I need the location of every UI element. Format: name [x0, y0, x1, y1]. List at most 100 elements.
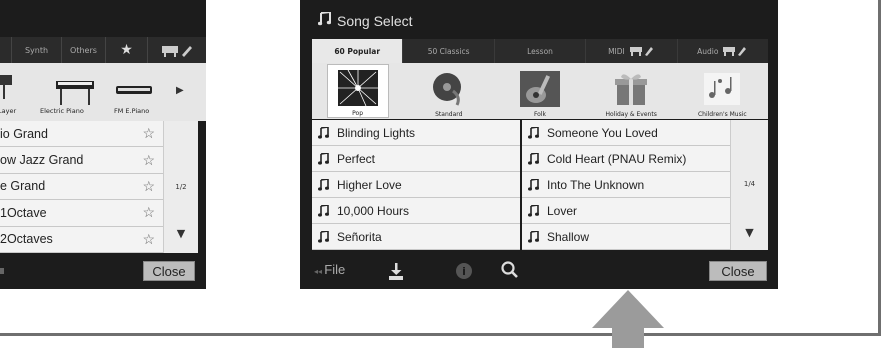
tab-label: 50 Classics	[427, 46, 470, 56]
tab-label: 60 Popular	[334, 46, 381, 56]
song-title: Perfect	[337, 151, 376, 166]
tab-label: MIDI	[608, 46, 625, 56]
category-label: Pop	[352, 110, 364, 117]
list-item[interactable]: Cold Heart (PNAU Remix)	[522, 146, 730, 172]
list-item[interactable]: Shallow	[522, 224, 730, 250]
list-item[interactable]: Blinding Lights	[312, 120, 520, 146]
song-title: Lover	[547, 203, 578, 218]
instrument-partial-icon[interactable]	[0, 69, 14, 103]
voice-select-screen: Synth Others ★ Layer Electric Piano FM E…	[0, 0, 206, 289]
song-list: Blinding Lights Someone You Loved Perfec…	[312, 120, 730, 250]
list-item[interactable]: 10,000 Hours	[312, 198, 520, 224]
pop-burst-icon	[337, 69, 378, 107]
bottom-toolbar: ◂◂ File i Close	[300, 254, 778, 289]
list-item[interactable]: Someone You Loved	[522, 120, 730, 146]
tab-synth[interactable]: Synth	[12, 37, 62, 63]
list-item[interactable]: 2Octaves ☆	[0, 227, 163, 253]
page-scroller[interactable]: 1/2 ▼	[163, 121, 198, 253]
search-icon[interactable]	[500, 260, 520, 280]
tab-others[interactable]: Others	[62, 37, 106, 63]
song-tabs: 60 Popular 50 Classics Lesson MIDI Audio	[312, 39, 768, 63]
list-item[interactable]: ow Jazz Grand ☆	[0, 147, 163, 174]
frame-bottom-line	[0, 333, 881, 336]
star-icon[interactable]: ☆	[142, 204, 155, 221]
voice-name: io Grand	[0, 126, 48, 141]
star-icon[interactable]: ☆	[142, 152, 155, 169]
list-item[interactable]: io Grand ☆	[0, 121, 163, 148]
tab-50-classics[interactable]: 50 Classics	[403, 39, 495, 63]
voice-tabs: Synth Others ★	[0, 37, 206, 63]
info-icon[interactable]: i	[456, 263, 472, 279]
tab-midi[interactable]: MIDI	[586, 39, 678, 63]
music-note-icon	[528, 125, 539, 139]
song-title: Shallow	[547, 229, 590, 244]
page-down-icon[interactable]: ▼	[164, 227, 198, 240]
music-note-icon	[318, 229, 329, 243]
page-indicator: 1/2	[175, 183, 187, 191]
song-title: Into The Unknown	[547, 177, 645, 192]
category-standard[interactable]: Standard	[418, 64, 480, 118]
category-label: Children's Music	[697, 111, 747, 118]
file-button[interactable]: ◂◂ File	[314, 262, 345, 277]
next-arrow-icon[interactable]: ▶	[176, 85, 184, 96]
up-arrow-icon	[592, 290, 664, 348]
instrument-category-bar: Layer Electric Piano FM E.Piano ▶	[0, 63, 206, 121]
list-item[interactable]: Señorita	[312, 224, 520, 250]
category-holiday-events[interactable]: Holiday & Events	[600, 64, 662, 118]
song-select-screen: Song Select 60 Popular 50 Classics Lesso…	[300, 0, 778, 289]
list-item[interactable]: Into The Unknown	[522, 172, 730, 198]
star-icon[interactable]: ☆	[142, 231, 155, 248]
voice-name: 2Octaves	[0, 232, 53, 247]
file-label: File	[324, 262, 346, 277]
tab-lesson[interactable]: Lesson	[495, 39, 587, 63]
music-note-icon	[528, 177, 539, 191]
star-icon[interactable]: ☆	[142, 125, 155, 142]
category-folk[interactable]: Folk	[509, 64, 571, 118]
category-label: Holiday & Events	[605, 111, 657, 118]
close-button[interactable]: Close	[709, 261, 767, 281]
music-note-icon	[317, 10, 332, 29]
music-note-icon	[318, 125, 329, 139]
close-button[interactable]: Close	[143, 261, 195, 281]
category-label: Standard	[435, 111, 463, 118]
page-indicator: 1/4	[743, 180, 756, 188]
music-note-icon	[528, 229, 539, 243]
instrument-label-electric-piano: Electric Piano	[40, 107, 84, 115]
star-icon[interactable]: ☆	[142, 178, 155, 195]
electric-piano-icon[interactable]	[52, 71, 98, 107]
title-text: Song Select	[337, 12, 413, 29]
list-item[interactable]: Perfect	[312, 146, 520, 172]
voice-name: 1Octave	[0, 205, 47, 220]
song-title: Higher Love	[337, 177, 402, 192]
song-title: Blinding Lights	[337, 125, 416, 140]
favorite-star-icon[interactable]: ★	[106, 37, 148, 63]
music-note-icon	[528, 151, 539, 165]
page-scroller[interactable]: 1/4 ▼	[730, 120, 768, 250]
music-note-icon	[528, 203, 539, 217]
vinyl-record-icon	[432, 73, 461, 106]
category-bar: Pop Standard Folk Holiday & Events Child…	[312, 63, 768, 119]
save-icon[interactable]	[386, 262, 406, 282]
tab-audio[interactable]: Audio	[678, 39, 768, 63]
category-childrens-music[interactable]: Children's Music	[691, 64, 753, 118]
music-note-icon	[318, 177, 329, 191]
voice-list: io Grand ☆ ow Jazz Grand ☆ e Grand ☆ 1Octav…	[0, 121, 163, 253]
page-down-icon[interactable]: ▼	[731, 226, 768, 239]
music-notes-icon	[704, 73, 741, 105]
fm-epiano-icon[interactable]	[114, 81, 154, 101]
list-item[interactable]: e Grand ☆	[0, 174, 163, 201]
tab-partial[interactable]	[0, 37, 12, 63]
song-title: 10,000 Hours	[337, 203, 410, 218]
list-item[interactable]: 1Octave ☆	[0, 200, 163, 227]
list-item[interactable]: Lover	[522, 198, 730, 224]
tab-60-popular[interactable]: 60 Popular	[312, 39, 404, 63]
file-chevron-icon: ◂◂	[314, 267, 325, 276]
instrument-label-fm-epiano: FM E.Piano	[114, 107, 150, 115]
file-partial-icon	[0, 268, 4, 274]
category-pop[interactable]: Pop	[326, 64, 389, 118]
voice-name: e Grand	[0, 179, 46, 194]
tab-label: Audio	[697, 46, 719, 56]
piano-edit-icon[interactable]	[148, 37, 206, 63]
voice-name: ow Jazz Grand	[0, 153, 84, 168]
list-item[interactable]: Higher Love	[312, 172, 520, 198]
